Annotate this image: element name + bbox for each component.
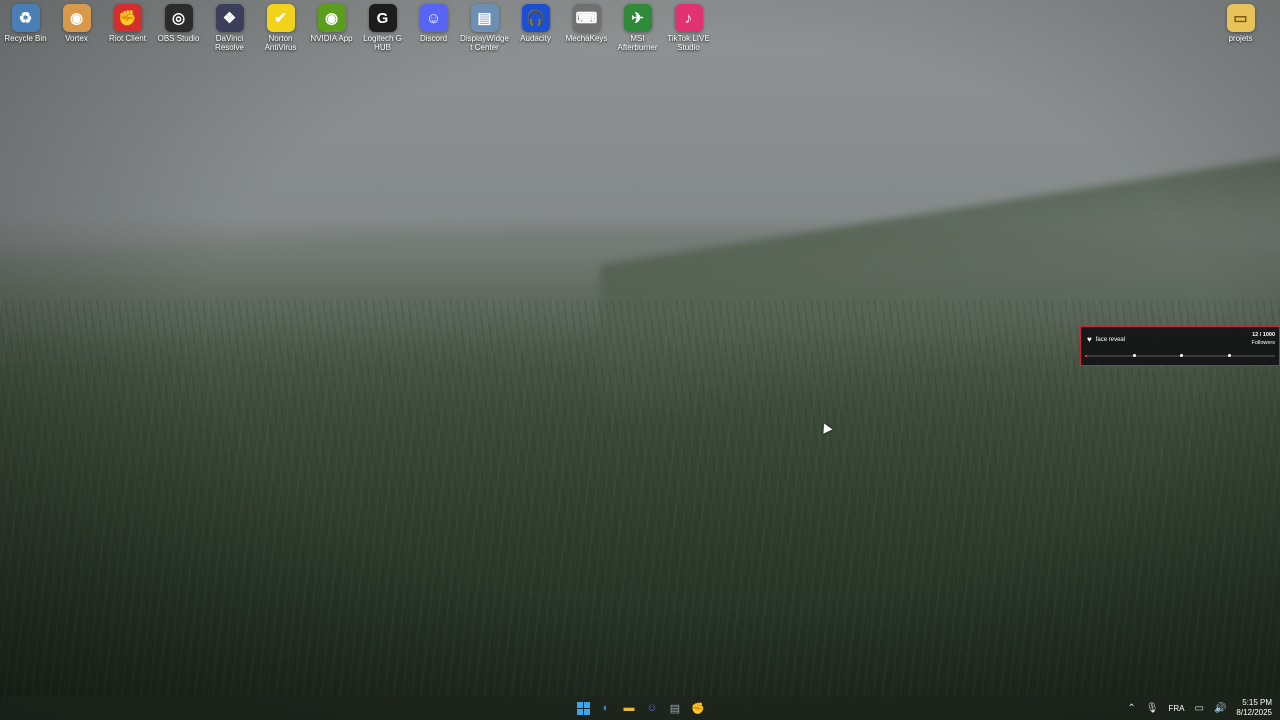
obs-studio-icon: ◎: [164, 4, 193, 32]
desktop-icon-label: TikTok LIVE Studio: [667, 34, 710, 52]
desktop-icon-label: projets: [1228, 34, 1253, 43]
clock[interactable]: 5:15 PM 8/12/2025: [1236, 698, 1272, 718]
desktop-icon-label: DisplayWidget Center: [460, 34, 509, 52]
microphone-icon[interactable]: 🎙: [1146, 703, 1159, 714]
clock-time: 5:15 PM: [1242, 698, 1272, 707]
desktop-icon-label: Vortex: [65, 34, 88, 43]
desktop-icon-label: Discord: [419, 34, 448, 43]
discord-icon: ☺: [646, 702, 658, 714]
notepad-icon: ▤: [669, 702, 681, 715]
progress-marker: [1180, 354, 1183, 357]
nvidia-app-icon: ◉: [317, 4, 346, 32]
goal-count-value: 12 / 1000: [1252, 332, 1275, 338]
desktop-icon-projets[interactable]: ▭ projets: [1215, 4, 1266, 43]
desktop-icon[interactable]: 🎧 Audacity: [510, 4, 561, 52]
folder-icon: ▭: [1226, 4, 1255, 32]
desktop-icon[interactable]: ▤ DisplayWidget Center: [459, 4, 510, 52]
discord-icon: ☺: [419, 4, 448, 32]
taskbar: ◐ ▬ ☺ ▤ ✊ ⌃ 🎙 FRA ▭ 🔊 5:15 PM 8/12/2025: [0, 696, 1280, 720]
desktop-icon[interactable]: ⌨ MechaKeys: [561, 4, 612, 52]
desktop-icon-label: Logitech G HUB: [363, 34, 402, 52]
desktop-icon-label: NVIDIA App: [310, 34, 353, 43]
desktop-icon-label: DaVinci Resolve: [215, 34, 244, 52]
desktop-icon[interactable]: ✊ Riot Client: [102, 4, 153, 52]
follower-goal-widget: ♥ face reveal 12 / 1000 Followers: [1080, 326, 1280, 366]
language-indicator[interactable]: FRA: [1169, 704, 1185, 713]
audacity-icon: 🎧: [521, 4, 550, 32]
desktop-icon[interactable]: G Logitech G HUB: [357, 4, 408, 52]
chrome-icon: ◐: [602, 702, 610, 714]
riot-client-icon: ✊: [113, 4, 142, 32]
taskbar-apps: ◐ ▬ ☺ ▤ ✊: [574, 699, 707, 717]
desktop-icon-row: ♻ Recycle Bin ◉ Vortex ✊ Riot Client ◎ OBS Stud…: [0, 4, 714, 52]
progress-marker: [1227, 354, 1231, 357]
desktop-icon[interactable]: ❖ DaVinci Resolve: [204, 4, 255, 52]
chevron-up-icon[interactable]: ⌃: [1127, 703, 1135, 714]
desktop-icon[interactable]: ♻ Recycle Bin: [0, 4, 51, 52]
desktop-icon-label: Audacity: [520, 34, 551, 43]
desktop-icon[interactable]: ☺ Discord: [408, 4, 459, 52]
volume-icon[interactable]: 🔊: [1214, 703, 1226, 714]
desktop-icon[interactable]: ◉ NVIDIA App: [306, 4, 357, 52]
windows-icon: [576, 701, 590, 715]
msi-afterburner-icon: ✈: [623, 4, 652, 32]
desktop-icon[interactable]: ♪ TikTok LIVE Studio: [663, 4, 714, 52]
goal-progress-track: [1085, 354, 1275, 357]
taskbar-notepad[interactable]: ▤: [666, 699, 684, 717]
norton-antivirus-icon: ✔: [266, 4, 295, 32]
desktop-icon[interactable]: ◎ OBS Studio: [153, 4, 204, 52]
tiktok-live-studio-icon: ♪: [674, 4, 703, 32]
displaywidget-center-icon: ▤: [470, 4, 499, 32]
goal-label: face reveal: [1095, 336, 1126, 343]
desktop-icon-label: Norton AntiVirus: [264, 34, 297, 52]
desktop-icon[interactable]: ◉ Vortex: [51, 4, 102, 52]
goal-count: 12 / 1000 Followers: [1251, 331, 1275, 347]
heart-icon: ♥: [1087, 335, 1092, 344]
davinci-resolve-icon: ❖: [215, 4, 244, 32]
taskbar-file-explorer[interactable]: ▬: [620, 699, 638, 717]
desktop-icon-label: Riot Client: [109, 34, 146, 43]
vortex-icon: ◉: [62, 4, 91, 32]
riot-client-icon: ✊: [691, 702, 705, 715]
desktop-icon-label: OBS Studio: [157, 34, 200, 43]
goal-unit: Followers: [1251, 340, 1275, 346]
progress-marker: [1132, 354, 1136, 357]
taskbar-discord[interactable]: ☺: [643, 699, 661, 717]
taskbar-chrome[interactable]: ◐: [597, 699, 615, 717]
logitech-g-hub-icon: G: [368, 4, 397, 32]
desktop-icon-label: Recycle Bin: [4, 34, 47, 43]
desktop-icon-label: MechaKeys: [565, 34, 608, 43]
taskbar-riot-client[interactable]: ✊: [689, 699, 707, 717]
folder-icon: ▬: [623, 702, 635, 714]
desktop-icon[interactable]: ✈ MSI Afterburner: [612, 4, 663, 52]
mechakeys-icon: ⌨: [572, 4, 601, 32]
clock-date: 8/12/2025: [1236, 708, 1272, 717]
desktop-icon-label: MSI Afterburner: [617, 34, 658, 52]
recycle-bin-icon: ♻: [11, 4, 40, 32]
system-tray: ⌃ 🎙 FRA ▭ 🔊 5:15 PM 8/12/2025: [1127, 696, 1272, 720]
goal-progress-fill: [1085, 355, 1088, 357]
network-icon[interactable]: ▭: [1195, 703, 1204, 714]
start-button[interactable]: [574, 699, 592, 717]
desktop-icon[interactable]: ✔ Norton AntiVirus: [255, 4, 306, 52]
